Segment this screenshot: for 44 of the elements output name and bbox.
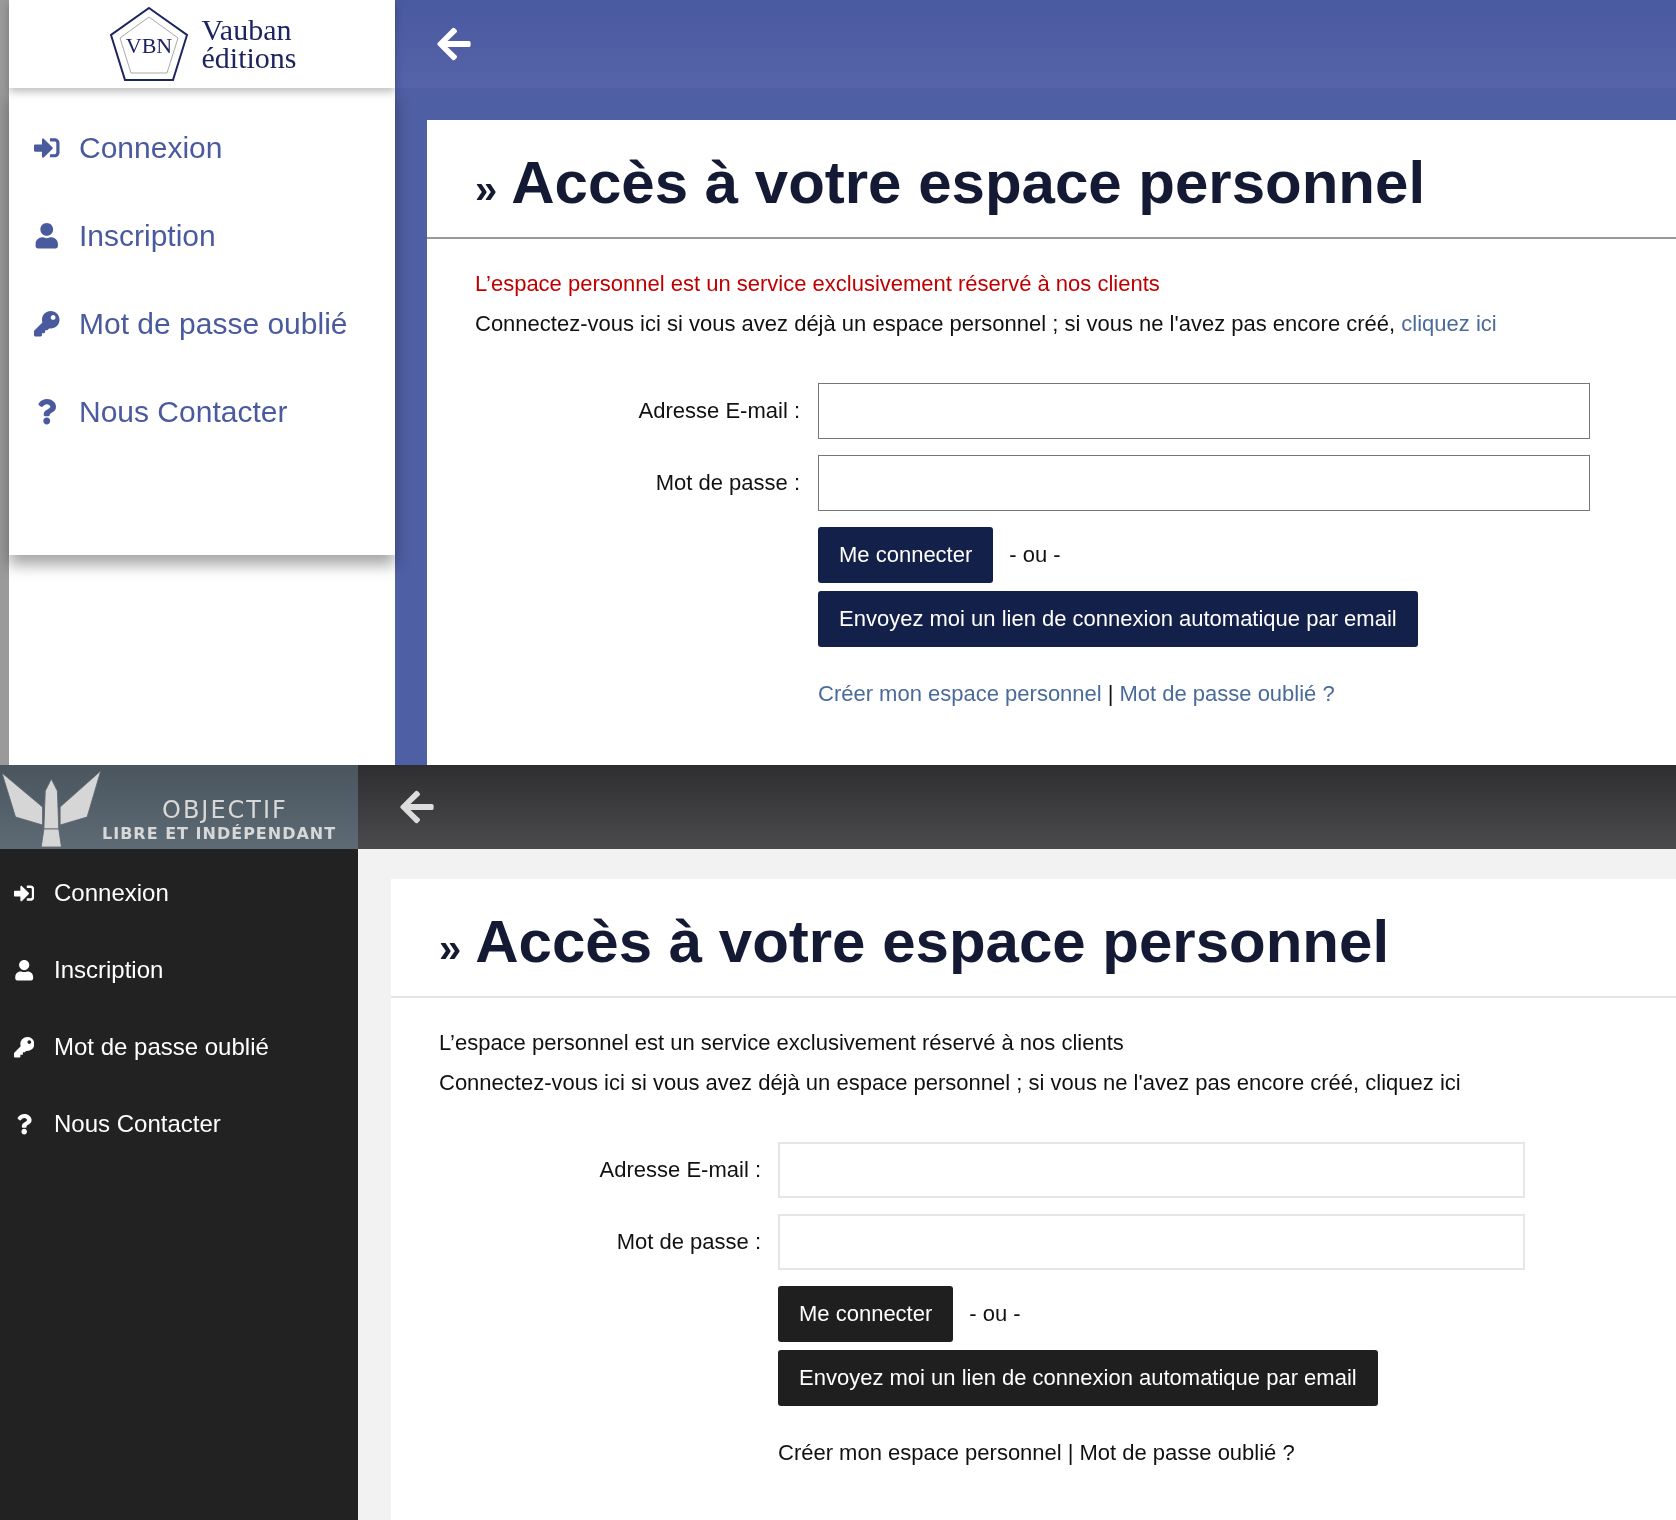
pentagon-monogram-logo: VBN bbox=[107, 5, 190, 83]
email-link-button[interactable]: Envoyez moi un lien de connexion automatique par email bbox=[778, 1350, 1378, 1406]
signup-link[interactable]: cliquez ici bbox=[1365, 1070, 1461, 1095]
sidebar-link[interactable]: Nous Contacter bbox=[33, 394, 288, 430]
forgot-password-link[interactable]: Mot de passe oublié ? bbox=[1079, 1440, 1295, 1466]
user-icon bbox=[33, 223, 61, 249]
intro-text: Connectez-vous ici si vous avez déjà un espace personnel ; si vous ne l'avez pas encore créé, cliquez ici bbox=[439, 1070, 1462, 1096]
back-arrow-button[interactable] bbox=[435, 25, 473, 63]
link-separator: | bbox=[1067, 1440, 1074, 1466]
sidebar-link[interactable]: Mot de passe oublié bbox=[33, 306, 348, 342]
field-label: Adresse E-mail : bbox=[599, 1157, 761, 1183]
sidebar-link[interactable]: Inscription bbox=[10, 956, 164, 985]
sidebar-link[interactable]: Connexion bbox=[10, 879, 169, 908]
separator-text: - ou - bbox=[969, 1301, 1021, 1327]
sign-in-icon bbox=[33, 135, 61, 161]
forgot-password-link[interactable]: Mot de passe oublié ? bbox=[1119, 681, 1335, 707]
notice-text: L’espace personnel est un service exclusivement réservé à nos clients bbox=[475, 271, 1161, 297]
link-separator: | bbox=[1107, 681, 1114, 707]
login-button[interactable]: Me connecter bbox=[778, 1286, 954, 1342]
page-title: » Accès à votre espace personnel bbox=[439, 907, 1391, 976]
sidebar-link[interactable]: Nous Contacter bbox=[10, 1109, 221, 1139]
create-account-link[interactable]: Créer mon espace personnel bbox=[778, 1440, 1062, 1466]
signup-link[interactable]: cliquez ici bbox=[1401, 311, 1497, 336]
notice-text: L’espace personnel est un service exclusivement réservé à nos clients bbox=[439, 1030, 1125, 1056]
intro-text: Connectez-vous ici si vous avez déjà un espace personnel ; si vous ne l'avez pas encore créé, cliquez ici bbox=[475, 311, 1498, 337]
field-label: Mot de passe : bbox=[616, 1229, 761, 1255]
logo-text: OBJECTIF bbox=[162, 796, 288, 824]
page-title: » Accès à votre espace personnel bbox=[475, 148, 1427, 217]
input-field[interactable] bbox=[818, 383, 1590, 439]
key-icon bbox=[33, 311, 61, 337]
back-arrow-button[interactable] bbox=[398, 788, 436, 826]
input-field[interactable] bbox=[818, 455, 1590, 511]
field-label: Adresse E-mail : bbox=[638, 398, 800, 424]
logo-text: éditions bbox=[201, 44, 297, 73]
email-link-button[interactable]: Envoyez moi un lien de connexion automatique par email bbox=[818, 591, 1418, 647]
logo-text: Vauban bbox=[201, 15, 293, 44]
logo-text: LIBRE ET INDÉPENDANT bbox=[102, 824, 337, 843]
sidebar-link[interactable]: Mot de passe oublié bbox=[10, 1032, 269, 1062]
separator-text: - ou - bbox=[1009, 542, 1061, 568]
field-label: Mot de passe : bbox=[655, 470, 800, 496]
sidebar-link[interactable]: Inscription bbox=[33, 218, 216, 254]
login-button[interactable]: Me connecter bbox=[818, 527, 994, 583]
create-account-link[interactable]: Créer mon espace personnel bbox=[818, 681, 1102, 707]
sidebar-link[interactable]: Connexion bbox=[33, 130, 223, 166]
